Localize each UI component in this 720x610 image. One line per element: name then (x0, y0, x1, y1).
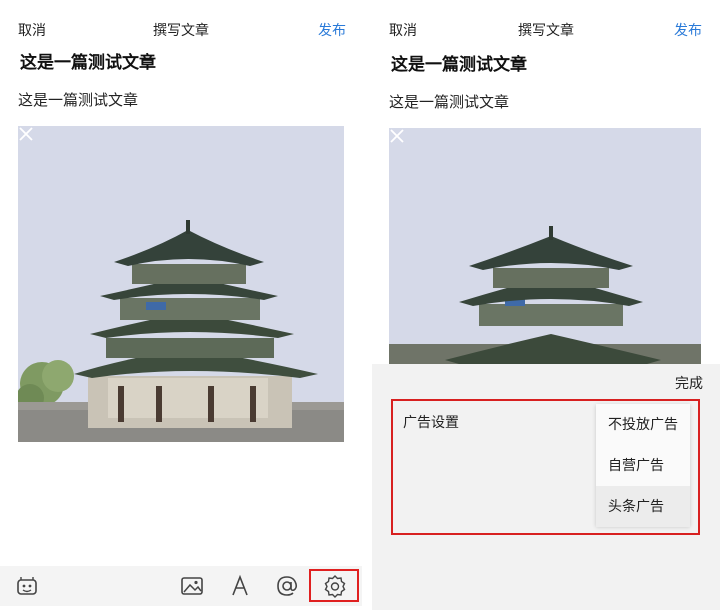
settings-highlight-box (309, 569, 359, 602)
nav-bar: 取消 撰写文章 发布 (0, 14, 362, 44)
ad-options-menu: 不投放广告 自营广告 头条广告 (596, 404, 690, 527)
ad-settings-label: 广告设置 (403, 414, 459, 430)
article-image[interactable] (389, 128, 701, 364)
ad-option-self[interactable]: 自营广告 (596, 445, 690, 486)
nav-bar: 取消 撰写文章 发布 (372, 14, 720, 44)
image-icon[interactable] (178, 572, 206, 600)
editor-toolbar (0, 566, 362, 606)
nav-title: 撰写文章 (153, 22, 209, 38)
ad-settings-box: 广告设置 不投放广告 自营广告 头条广告 (391, 399, 700, 535)
ad-option-toutiao[interactable]: 头条广告 (596, 486, 690, 527)
editor-screen-right: 取消 撰写文章 发布 这是一篇测试文章 这是一篇测试文章 完成 广告设置 不投放… (372, 0, 720, 610)
publish-button[interactable]: 发布 (318, 20, 346, 40)
article-image[interactable] (18, 126, 344, 442)
at-icon[interactable] (273, 572, 301, 600)
article-body[interactable]: 这是一篇测试文章 (18, 89, 138, 110)
close-icon[interactable] (389, 128, 405, 144)
emoji-icon[interactable] (13, 572, 41, 600)
nav-title: 撰写文章 (518, 22, 574, 38)
article-title[interactable]: 这是一篇测试文章 (20, 48, 156, 73)
font-icon[interactable] (226, 572, 254, 600)
article-body[interactable]: 这是一篇测试文章 (389, 91, 509, 112)
settings-sheet: 完成 广告设置 不投放广告 自营广告 头条广告 (372, 364, 720, 610)
article-title[interactable]: 这是一篇测试文章 (391, 50, 527, 75)
publish-button[interactable]: 发布 (674, 20, 702, 40)
done-button[interactable]: 完成 (675, 373, 703, 393)
editor-screen-left: 取消 撰写文章 发布 这是一篇测试文章 这是一篇测试文章 (0, 0, 362, 610)
close-icon[interactable] (18, 126, 34, 142)
ad-option-none[interactable]: 不投放广告 (596, 404, 690, 445)
